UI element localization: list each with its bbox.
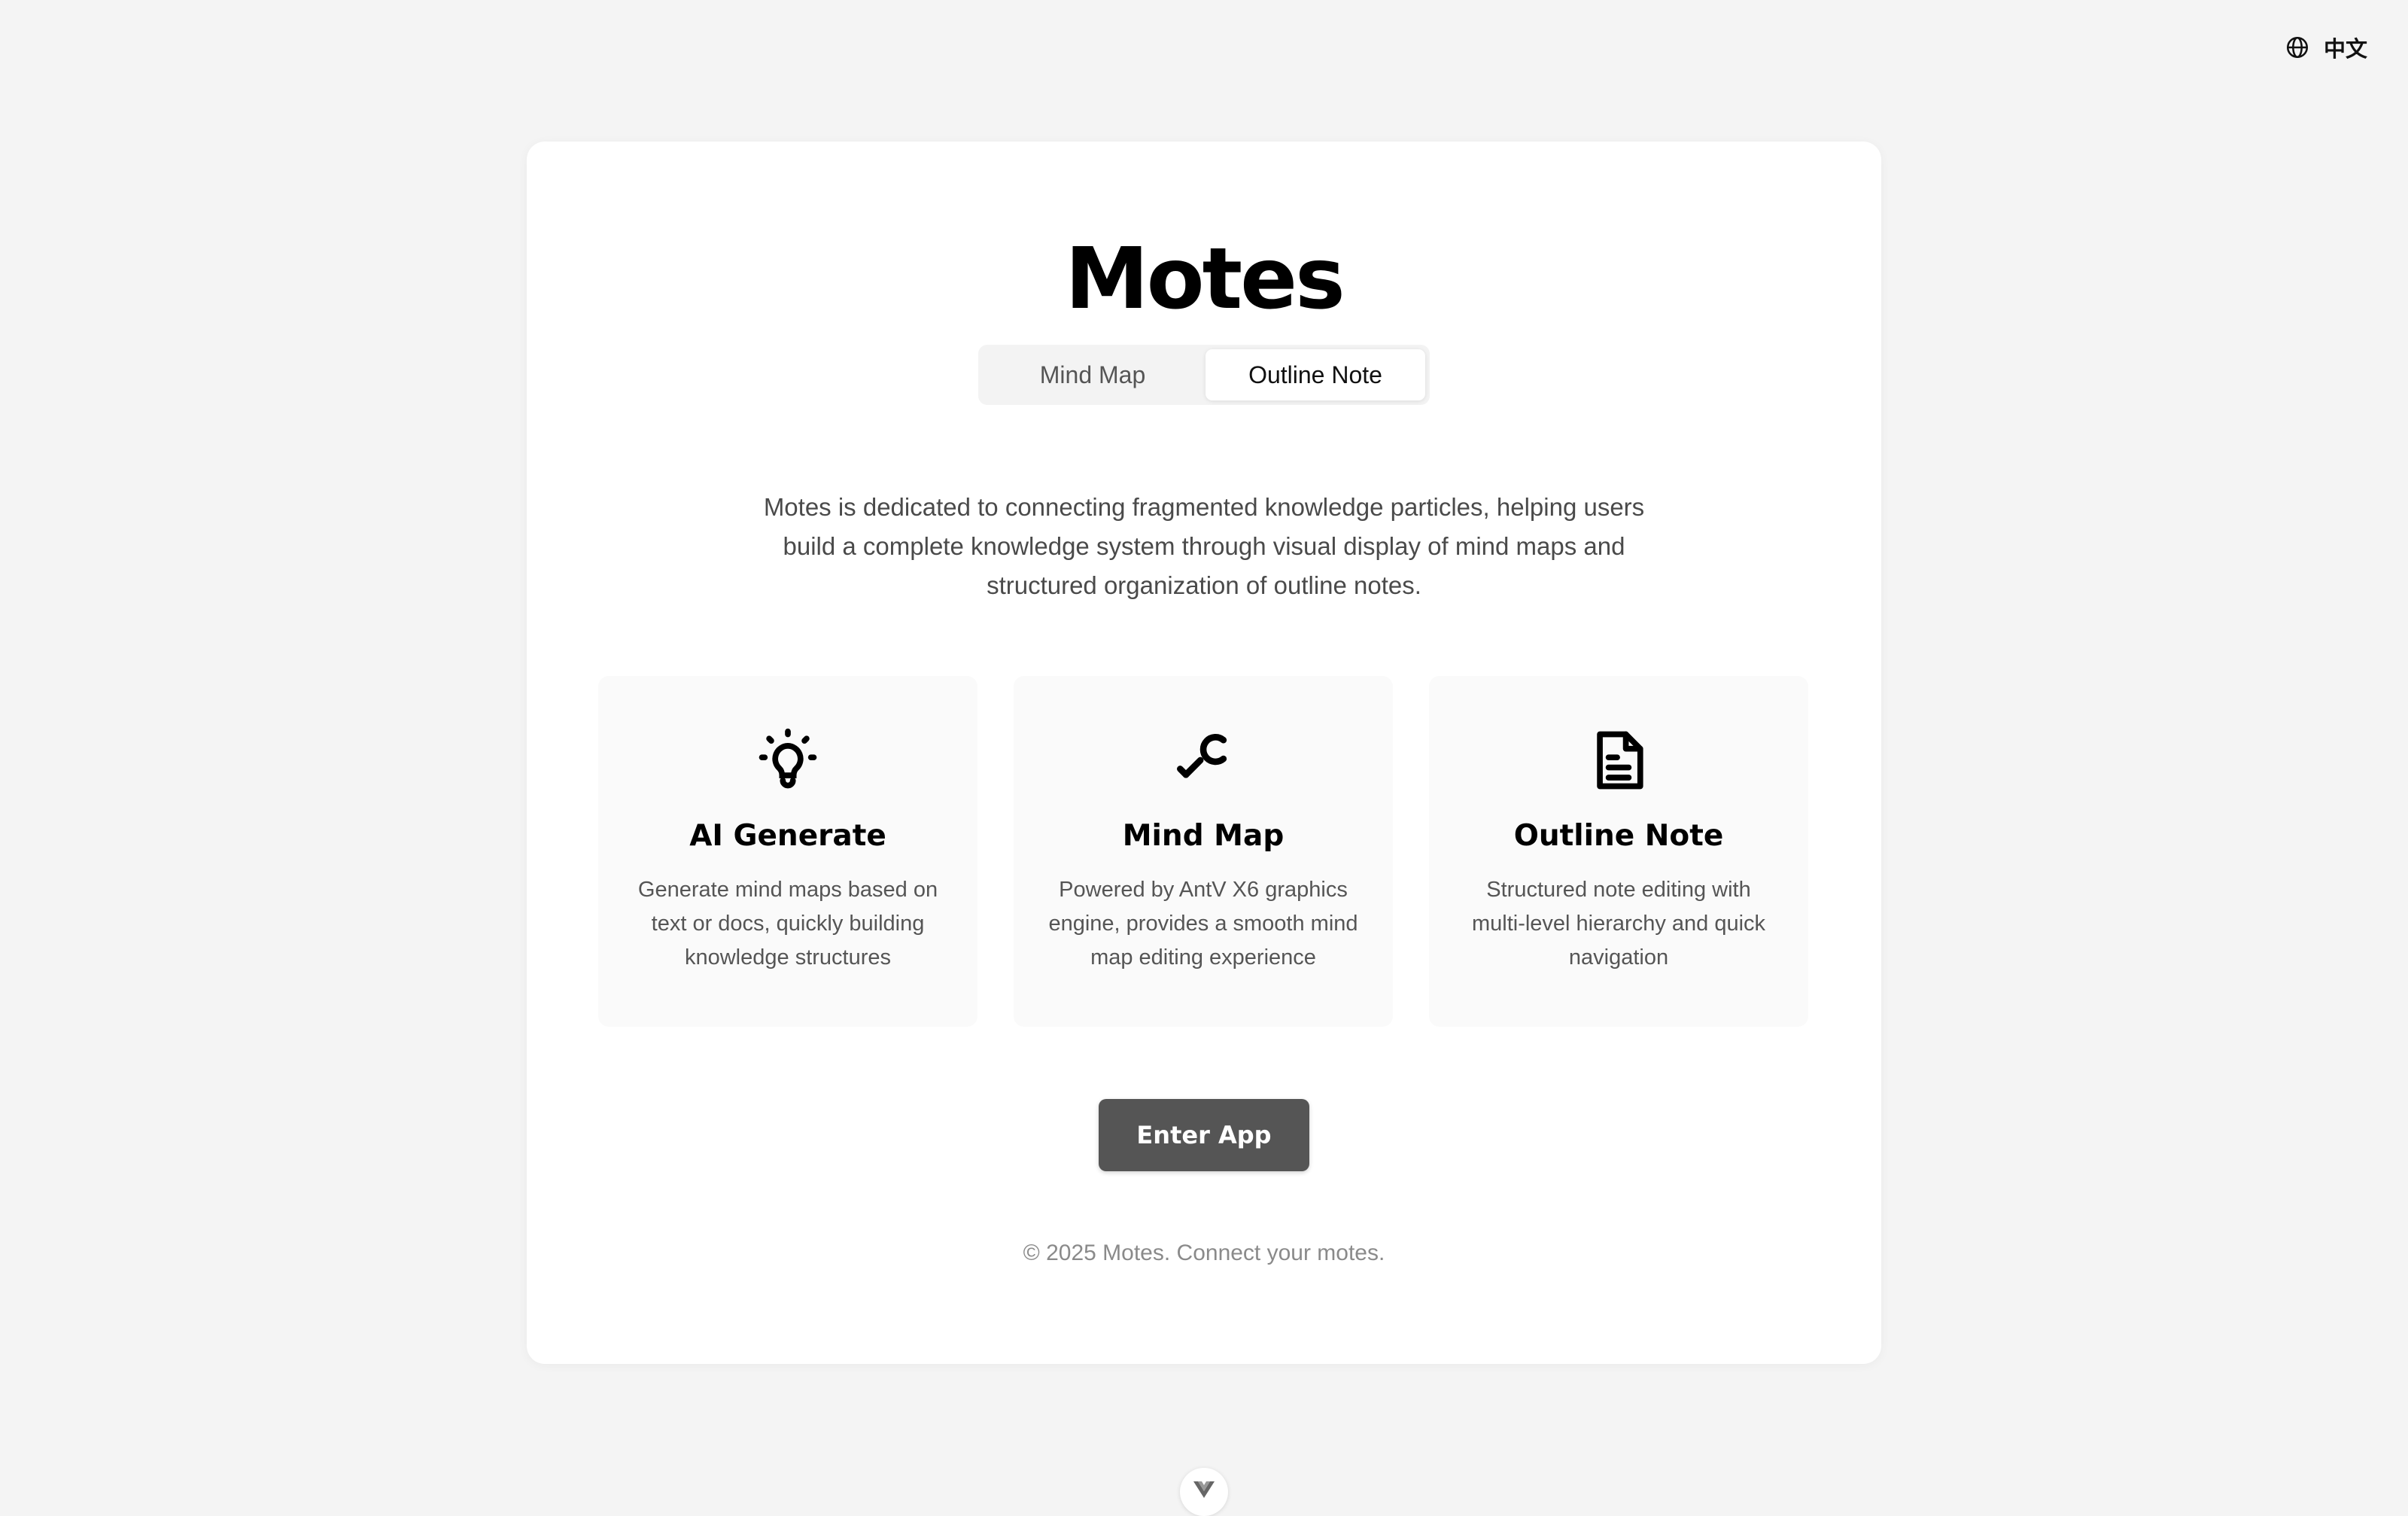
globe-icon [2286,36,2309,59]
language-switch[interactable]: 中文 [2285,32,2367,63]
lightbulb-icon [759,728,817,789]
devtools-toggle[interactable] [1180,1468,1228,1516]
feature-card-outline-note: Outline Note Structured note editing wit… [1429,676,1808,1027]
tab-mind-map[interactable]: Mind Map [983,349,1202,400]
app-description: Motes is dedicated to connecting fragmen… [763,493,1645,599]
feature-list: AI Generate Generate mind maps based on … [598,676,1808,1027]
feature-title: AI Generate [689,819,886,853]
enter-app-button[interactable]: Enter App [1099,1099,1309,1171]
language-label: 中文 [2323,36,2367,62]
feature-card-mind-map: Mind Map Powered by AntV X6 graphics eng… [1014,676,1393,1027]
feature-description: Generate mind maps based on text or docs… [637,878,938,970]
document-icon [1597,731,1643,790]
feature-description: Powered by AntV X6 graphics engine, prov… [1048,878,1358,970]
magnifier-icon [1177,734,1227,778]
tab-outline-note[interactable]: Outline Note [1206,349,1425,400]
feature-title: Mind Map [1122,819,1285,853]
feature-description: Structured note editing with multi-level… [1471,878,1766,970]
vue-logo-icon [1193,1481,1215,1498]
app-title: Motes [1065,230,1345,328]
mode-tabs: Mind Map Outline Note [978,345,1430,405]
feature-card-ai-generate: AI Generate Generate mind maps based on … [598,676,977,1027]
feature-title: Outline Note [1513,819,1724,853]
copyright-footer: © 2025 Motes. Connect your motes. [1023,1241,1385,1265]
